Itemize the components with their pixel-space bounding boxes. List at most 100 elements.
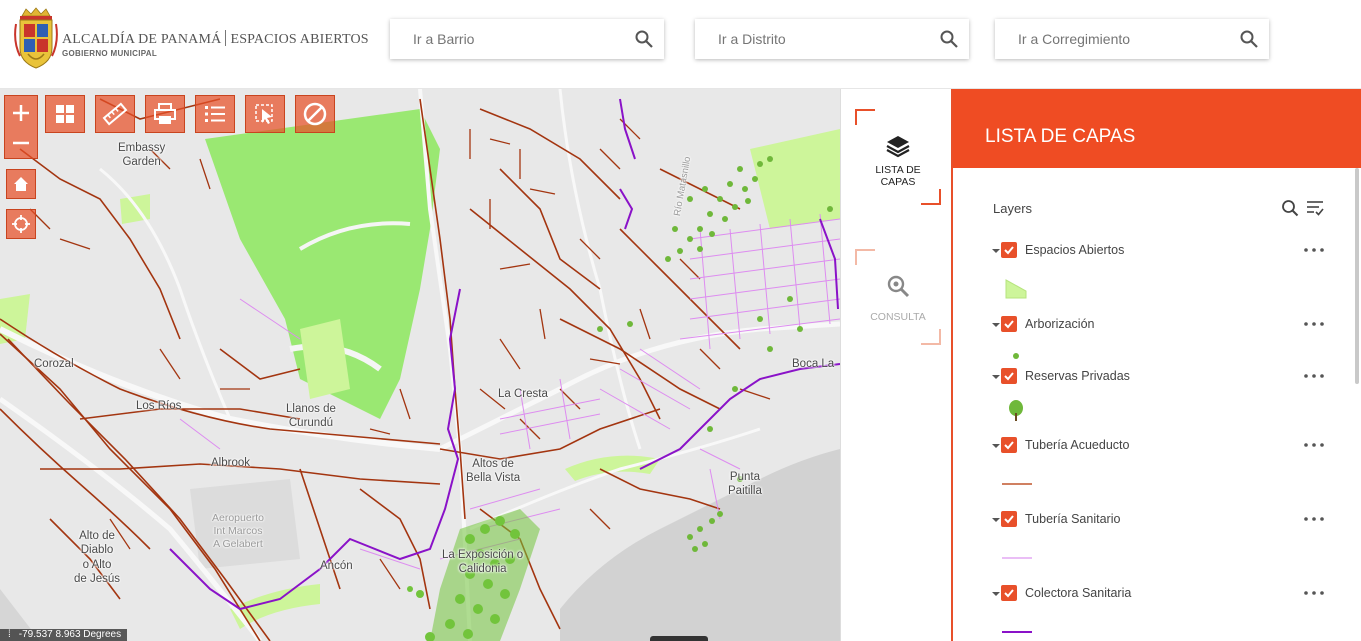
tab-corner-bottom-right (921, 329, 941, 345)
zoom-in-icon[interactable] (8, 100, 34, 126)
label-albrook: Albrook (211, 457, 250, 469)
layer-visibility-checkbox[interactable] (1001, 585, 1017, 601)
label-embassy-garden: Embassy Garden (118, 142, 166, 169)
checkmark-icon (1004, 441, 1014, 450)
layer-row-reservas-privadas[interactable]: Reservas Privadas (991, 368, 1341, 388)
tab-corner-top-left (855, 109, 875, 125)
city-coat-of-arms-logo (14, 7, 58, 69)
query-zoom-icon (887, 275, 910, 298)
corregimiento-search-box[interactable] (995, 19, 1269, 59)
locate-icon (12, 215, 30, 233)
tab-corner-top-left (855, 249, 875, 265)
label-llanos-de-curundu: Llanos de Curundú (286, 403, 336, 430)
print-button[interactable] (145, 95, 185, 133)
legend-list-icon (205, 106, 225, 122)
label-aeropuerto: Aeropuerto Int Marcos A Gelabert (212, 512, 264, 551)
label-alto-de-diablo: Alto de Diablo o Alto de Jesús (74, 530, 121, 586)
map-basemap[interactable] (0, 89, 840, 641)
layer-name: Colectora Sanitaria (1025, 586, 1132, 600)
print-icon (154, 103, 176, 124)
tab-lista-de-capas[interactable]: LISTA DE CAPAS (855, 109, 941, 205)
layer-visibility-checkbox[interactable] (1001, 316, 1017, 332)
search-icon[interactable] (1239, 29, 1259, 49)
layer-row-arborizacion[interactable]: Arborización (991, 316, 1341, 336)
select-features-button[interactable] (245, 95, 285, 133)
label-altos-de-bella-vista: Altos de Bella Vista (466, 458, 521, 485)
search-icon[interactable] (1281, 199, 1299, 217)
layer-row-espacios-abiertos[interactable]: Espacios Abiertos (991, 242, 1341, 262)
tab-consulta[interactable]: CONSULTA (855, 249, 941, 345)
chevron-down-icon[interactable] (991, 372, 1001, 382)
brand-wordmark: ALCALDÍA DE PANAMÁ ESPACIOS ABIERTOS GOBI… (62, 30, 369, 58)
zoom-out-icon[interactable] (8, 130, 34, 156)
layer-visibility-checkbox[interactable] (1001, 437, 1017, 453)
legend-line-purple-icon (1002, 631, 1032, 633)
basemap-gallery-icon (56, 105, 74, 123)
checkmark-icon (1004, 372, 1014, 381)
brand-section: ESPACIOS ABIERTOS (230, 32, 369, 47)
checkmark-icon (1004, 320, 1014, 329)
layer-name: Espacios Abiertos (1025, 243, 1125, 257)
distrito-search-box[interactable] (695, 19, 969, 59)
filter-list-icon[interactable] (1305, 199, 1325, 217)
brand-subtitle: GOBIERNO MUNICIPAL (62, 49, 158, 58)
more-options-icon[interactable] (1303, 515, 1325, 523)
corregimiento-search-input[interactable] (995, 19, 1269, 59)
layer-row-tuberia-sanitario[interactable]: Tubería Sanitario (991, 511, 1341, 531)
barrio-search-input[interactable] (390, 19, 664, 59)
label-la-exposicion-calidonia: La Exposición o Calidonia (442, 549, 524, 576)
measure-button[interactable] (95, 95, 135, 133)
more-options-icon[interactable] (1303, 441, 1325, 449)
layer-name: Tubería Sanitario (1025, 512, 1121, 526)
home-button[interactable] (6, 169, 36, 199)
chevron-down-icon[interactable] (991, 246, 1001, 256)
coordinate-readout[interactable]: ⁞ -79.537 8.963 Degrees (0, 629, 128, 641)
chevron-down-icon[interactable] (991, 515, 1001, 525)
distrito-search-input[interactable] (695, 19, 969, 59)
map-view[interactable]: Embassy Garden Corozal Los Ríos Llanos d… (0, 89, 840, 641)
more-options-icon[interactable] (1303, 372, 1325, 380)
measure-ruler-icon (102, 102, 128, 126)
checkmark-icon (1004, 589, 1014, 598)
clear-button[interactable] (295, 95, 335, 133)
layer-row-colectora-sanitaria[interactable]: Colectora Sanitaria (991, 585, 1341, 605)
locate-button[interactable] (6, 209, 36, 239)
legend-dot-green-icon (1013, 353, 1019, 359)
tab-lista-de-capas-label: LISTA DE CAPAS (875, 164, 921, 188)
layer-list-panel: LISTA DE CAPAS Layers Espacios Abiertos … (951, 89, 1361, 641)
chevron-down-icon[interactable] (991, 441, 1001, 451)
layer-list-body[interactable]: Layers Espacios Abiertos Arborización Re… (953, 168, 1359, 641)
panel-header: LISTA DE CAPAS (953, 89, 1361, 168)
select-features-icon (255, 104, 273, 124)
legend-line-pink-icon (1002, 557, 1032, 559)
scale-bar (650, 636, 708, 641)
layer-row-tuberia-acueducto[interactable]: Tubería Acueducto (991, 437, 1341, 457)
panel-scrollbar[interactable] (1355, 168, 1359, 384)
chevron-down-icon[interactable] (991, 589, 1001, 599)
clear-icon (303, 102, 327, 126)
layer-name: Reservas Privadas (1025, 369, 1130, 383)
chevron-down-icon[interactable] (991, 320, 1001, 330)
more-options-icon[interactable] (1303, 320, 1325, 328)
app-header: ALCALDÍA DE PANAMÁ ESPACIOS ABIERTOS GOBI… (0, 0, 1361, 89)
zoom-controls[interactable] (4, 95, 38, 159)
label-punta-paitilla: Punta Paitilla (728, 471, 762, 498)
search-icon[interactable] (939, 29, 959, 49)
legend-button[interactable] (195, 95, 235, 133)
layer-name: Tubería Acueducto (1025, 438, 1130, 452)
layer-visibility-checkbox[interactable] (1001, 368, 1017, 384)
brand-title: ALCALDÍA DE PANAMÁ (62, 32, 222, 47)
layer-visibility-checkbox[interactable] (1001, 511, 1017, 527)
label-boca-la: Boca La (792, 358, 835, 370)
more-options-icon[interactable] (1303, 246, 1325, 254)
search-icon[interactable] (634, 29, 654, 49)
barrio-search-box[interactable] (390, 19, 664, 59)
label-los-rios: Los Ríos (136, 400, 182, 412)
legend-line-rust-icon (1002, 483, 1032, 485)
more-options-icon[interactable] (1303, 589, 1325, 597)
layer-visibility-checkbox[interactable] (1001, 242, 1017, 258)
tree-icon (1009, 400, 1023, 421)
basemap-gallery-button[interactable] (45, 95, 85, 133)
coordinate-handle-icon[interactable]: ⁞ (8, 629, 11, 641)
label-la-cresta: La Cresta (498, 388, 548, 400)
